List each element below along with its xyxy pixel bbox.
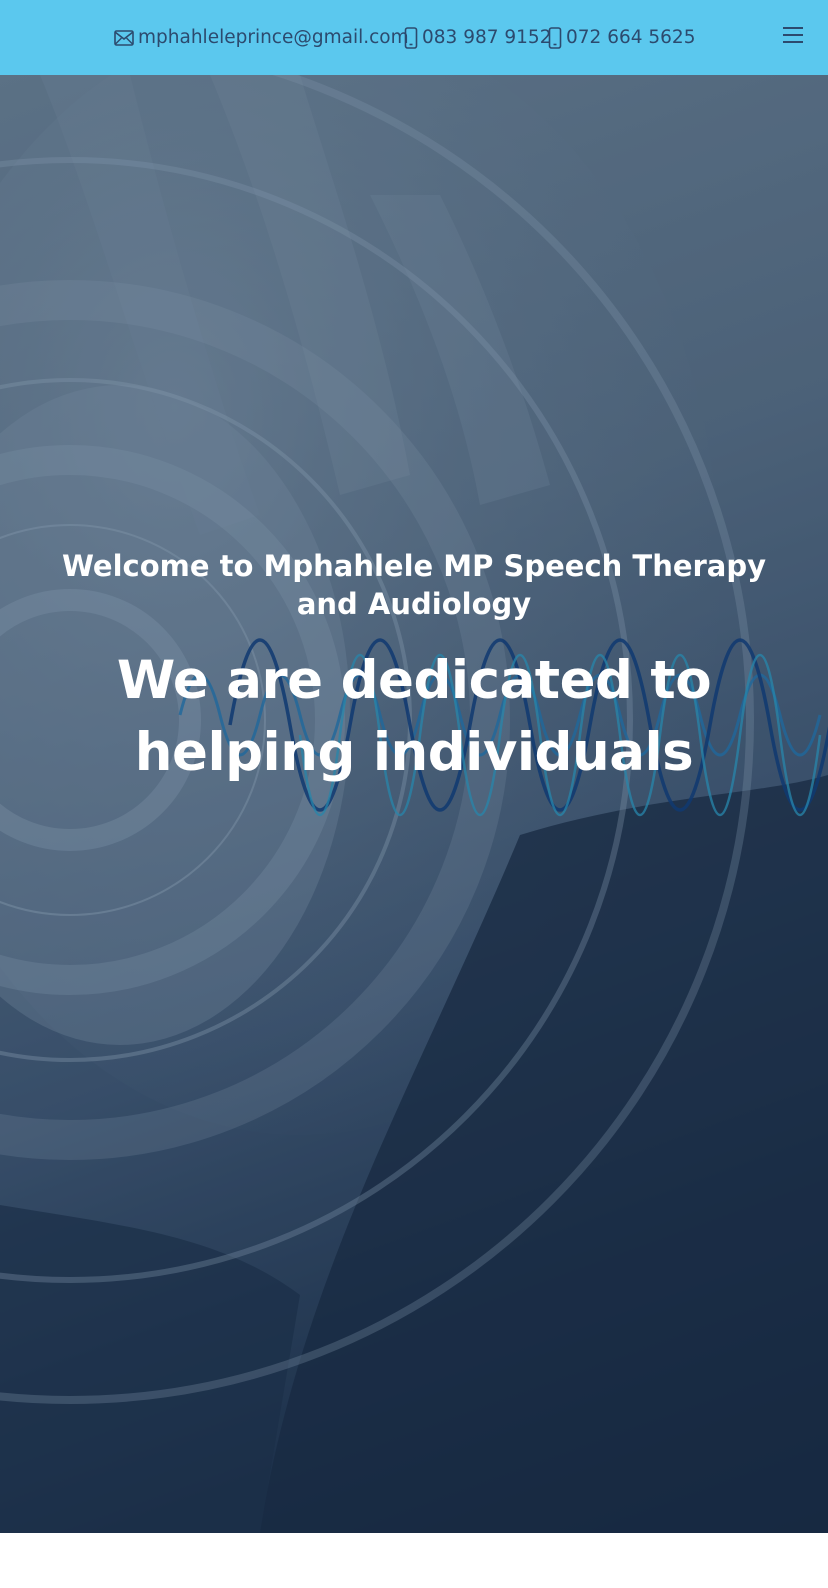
envelope-icon [114,29,134,46]
hero-section: Welcome to Mphahlele MP Speech Therapy a… [0,75,828,1533]
hero-subtitle: Welcome to Mphahlele MP Speech Therapy a… [61,549,767,621]
contact-phone-2[interactable]: 072 664 5625 [548,0,695,75]
hamburger-menu-icon [782,26,804,48]
contact-phone-1[interactable]: 083 987 9152 [404,0,551,75]
contact-phone-1-text: 083 987 9152 [422,27,552,48]
mobile-phone-icon [548,26,562,49]
hamburger-menu-button[interactable] [780,25,806,49]
top-bar: mphahleleprince@gmail.com 083 987 9152 0… [0,0,828,75]
contact-email-text: mphahleleprince@gmail.com [138,27,409,48]
hero-title: We are dedicated to helping individuals [116,650,712,783]
contact-email[interactable]: mphahleleprince@gmail.com [114,0,409,75]
hero-overlay [0,75,828,1533]
contact-phone-2-text: 072 664 5625 [566,27,696,48]
mobile-phone-icon [404,26,418,49]
